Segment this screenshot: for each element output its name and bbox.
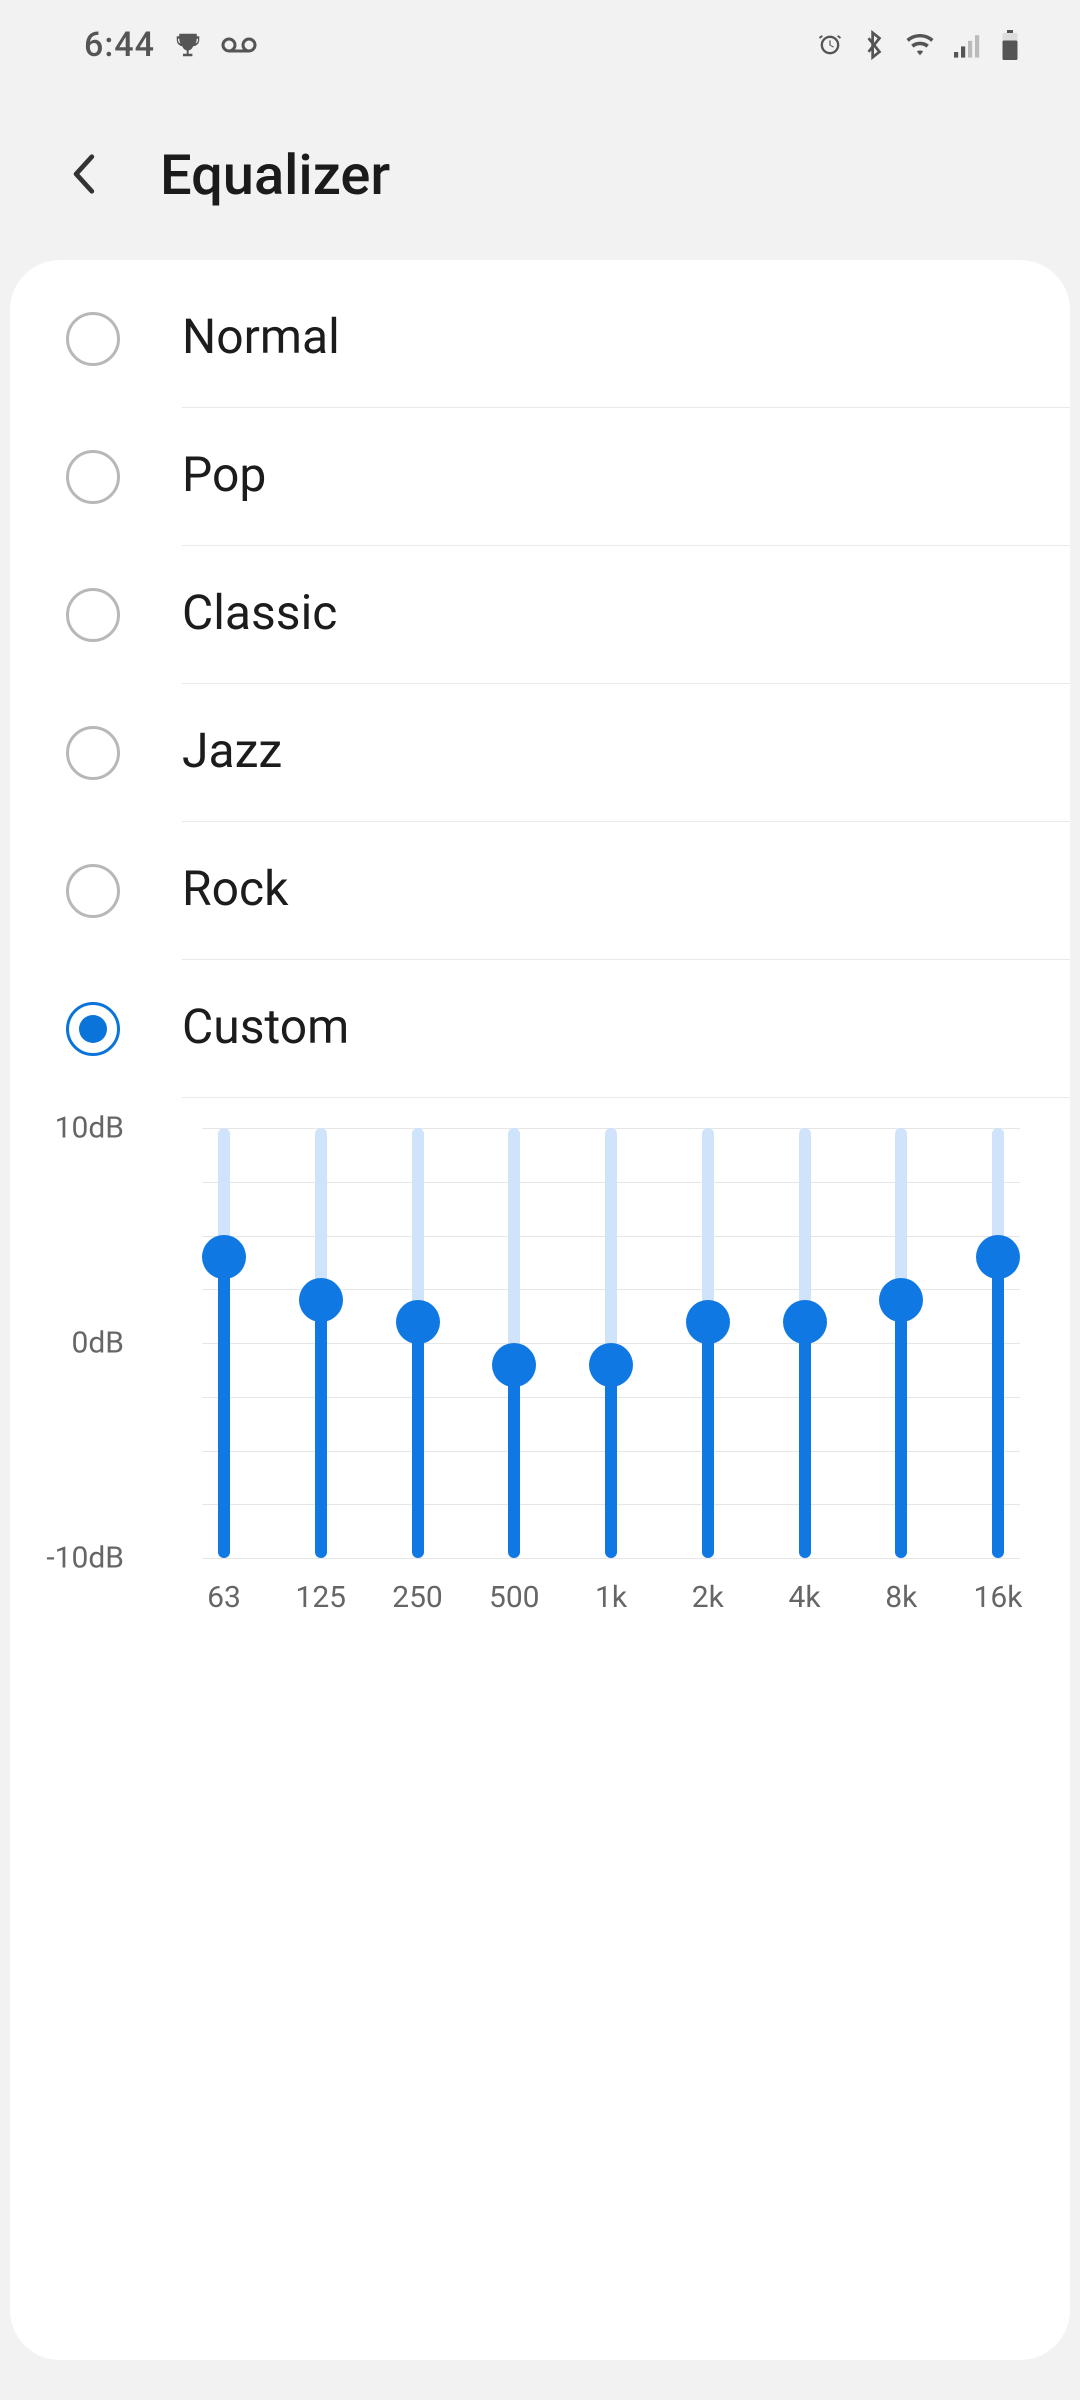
slider-fill	[218, 1257, 230, 1558]
y-tick-label: -10dB	[46, 1541, 124, 1576]
slider-fill	[315, 1300, 327, 1558]
eq-band-1k[interactable]: 1k	[589, 1128, 633, 1558]
preset-label: Classic	[182, 546, 1070, 684]
eq-band-8k[interactable]: 8k	[879, 1128, 923, 1558]
eq-sliders: 63 125 250 500 1k2k4k8k 16k	[202, 1128, 1020, 1558]
band-label: 250	[392, 1580, 443, 1615]
signal-icon	[954, 32, 982, 58]
alarm-icon	[816, 31, 844, 59]
equalizer-panel: 10dB0dB-10dB631252505001k2k4k8k16k	[10, 1098, 1070, 1558]
slider-fill	[799, 1322, 811, 1559]
preset-custom[interactable]: Custom	[10, 960, 1070, 1098]
radio-button[interactable]	[66, 312, 120, 366]
settings-card: NormalPopClassicJazzRockCustom 10dB 0dB -1…	[10, 260, 1070, 2360]
slider-thumb[interactable]	[879, 1278, 923, 1322]
y-tick-label: 10dB	[55, 1111, 124, 1146]
preset-label: Custom	[182, 960, 1070, 1098]
slider-fill	[702, 1322, 714, 1559]
preset-label: Rock	[182, 822, 1070, 960]
radio-button[interactable]	[66, 450, 120, 504]
eq-band-250[interactable]: 250	[396, 1128, 440, 1558]
slider-thumb[interactable]	[396, 1300, 440, 1344]
band-label: 16k	[974, 1580, 1023, 1615]
gridline	[202, 1558, 1020, 1559]
preset-pop[interactable]: Pop	[10, 408, 1070, 546]
status-left: 6:44	[84, 25, 257, 65]
radio-button[interactable]	[66, 726, 120, 780]
preset-rock[interactable]: Rock	[10, 822, 1070, 960]
band-label: 8k	[885, 1580, 917, 1615]
slider-fill	[895, 1300, 907, 1558]
slider-fill	[992, 1257, 1004, 1558]
band-label: 4k	[788, 1580, 820, 1615]
voicemail-icon	[221, 34, 257, 56]
band-label: 500	[489, 1580, 540, 1615]
slider-thumb[interactable]	[783, 1300, 827, 1344]
status-bar: 6:44	[0, 0, 1080, 90]
band-label: 125	[295, 1580, 346, 1615]
eq-band-2k[interactable]: 2k	[686, 1128, 730, 1558]
y-tick-label: 0dB	[72, 1326, 124, 1361]
page-title: Equalizer	[160, 142, 390, 208]
preset-classic[interactable]: Classic	[10, 546, 1070, 684]
equalizer-chart: 10dB0dB-10dB631252505001k2k4k8k16k	[142, 1128, 1020, 1558]
back-button[interactable]	[54, 145, 114, 205]
slider-thumb[interactable]	[686, 1300, 730, 1344]
eq-band-500[interactable]: 500	[492, 1128, 536, 1558]
radio-inner	[79, 1015, 107, 1043]
eq-band-4k[interactable]: 4k	[783, 1128, 827, 1558]
radio-button[interactable]	[66, 588, 120, 642]
band-label: 2k	[692, 1580, 724, 1615]
slider-fill	[412, 1322, 424, 1559]
preset-list: NormalPopClassicJazzRockCustom	[10, 270, 1070, 1098]
bluetooth-icon	[862, 30, 886, 60]
band-label: 63	[207, 1580, 241, 1615]
preset-label: Normal	[182, 270, 1070, 408]
eq-band-125[interactable]: 125	[299, 1128, 343, 1558]
radio-button[interactable]	[66, 864, 120, 918]
trophy-icon	[173, 30, 203, 60]
eq-band-16k[interactable]: 16k	[976, 1128, 1020, 1558]
slider-thumb[interactable]	[202, 1235, 246, 1279]
battery-icon	[1000, 30, 1020, 60]
slider-thumb[interactable]	[492, 1343, 536, 1387]
app-header: Equalizer	[0, 90, 1080, 260]
slider-fill	[605, 1365, 617, 1559]
band-label: 1k	[595, 1580, 627, 1615]
status-right	[816, 30, 1020, 60]
slider-fill	[508, 1365, 520, 1559]
slider-thumb[interactable]	[299, 1278, 343, 1322]
preset-normal[interactable]: Normal	[10, 270, 1070, 408]
slider-thumb[interactable]	[589, 1343, 633, 1387]
slider-thumb[interactable]	[976, 1235, 1020, 1279]
status-time: 6:44	[84, 25, 155, 65]
chevron-left-icon	[66, 152, 102, 199]
radio-button[interactable]	[66, 1002, 120, 1056]
preset-label: Pop	[182, 408, 1070, 546]
preset-jazz[interactable]: Jazz	[10, 684, 1070, 822]
eq-band-63[interactable]: 63	[202, 1128, 246, 1558]
preset-label: Jazz	[182, 684, 1070, 822]
wifi-icon	[904, 32, 936, 58]
